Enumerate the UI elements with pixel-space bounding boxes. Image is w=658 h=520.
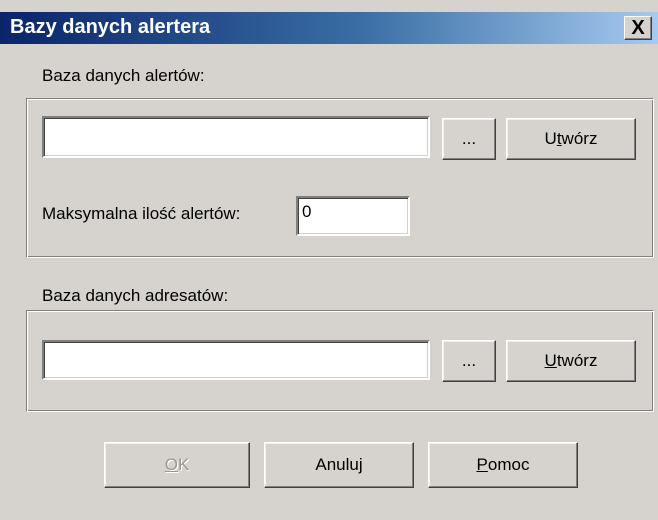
browse-button-label: ...: [461, 129, 477, 148]
max-alerts-input[interactable]: 0: [296, 196, 410, 236]
alerter-databases-dialog: Bazy danych alertera X Baza danych alert…: [0, 0, 658, 520]
help-button[interactable]: Pomoc: [428, 442, 578, 488]
recipients-db-browse-button[interactable]: ...: [442, 340, 496, 382]
alerts-db-label: Baza danych alertów:: [42, 66, 205, 85]
cancel-button-label: Anuluj: [315, 455, 363, 474]
ok-button-label: OK: [164, 455, 190, 474]
alerts-db-path-input[interactable]: [42, 116, 430, 158]
ok-button[interactable]: OK: [104, 442, 250, 488]
help-button-label: Pomoc: [476, 455, 530, 474]
alerts-db-create-button[interactable]: Utwórz: [506, 118, 636, 160]
recipients-db-path-input[interactable]: [42, 340, 430, 380]
close-icon: X: [631, 17, 645, 39]
create-button-label: Utwórz: [544, 351, 598, 370]
cancel-button[interactable]: Anuluj: [264, 442, 414, 488]
browse-button-label: ...: [461, 351, 477, 370]
max-alerts-label: Maksymalna ilość alertów:: [42, 204, 241, 223]
recipients-db-create-button[interactable]: Utwórz: [506, 340, 636, 382]
close-button[interactable]: X: [624, 16, 652, 40]
alerts-db-browse-button[interactable]: ...: [442, 118, 496, 160]
create-button-label: Utwórz: [544, 129, 598, 148]
window-title: Bazy danych alertera: [10, 16, 211, 38]
title-bar[interactable]: Bazy danych alertera X: [0, 12, 658, 44]
recipients-db-label: Baza danych adresatów:: [42, 286, 229, 305]
